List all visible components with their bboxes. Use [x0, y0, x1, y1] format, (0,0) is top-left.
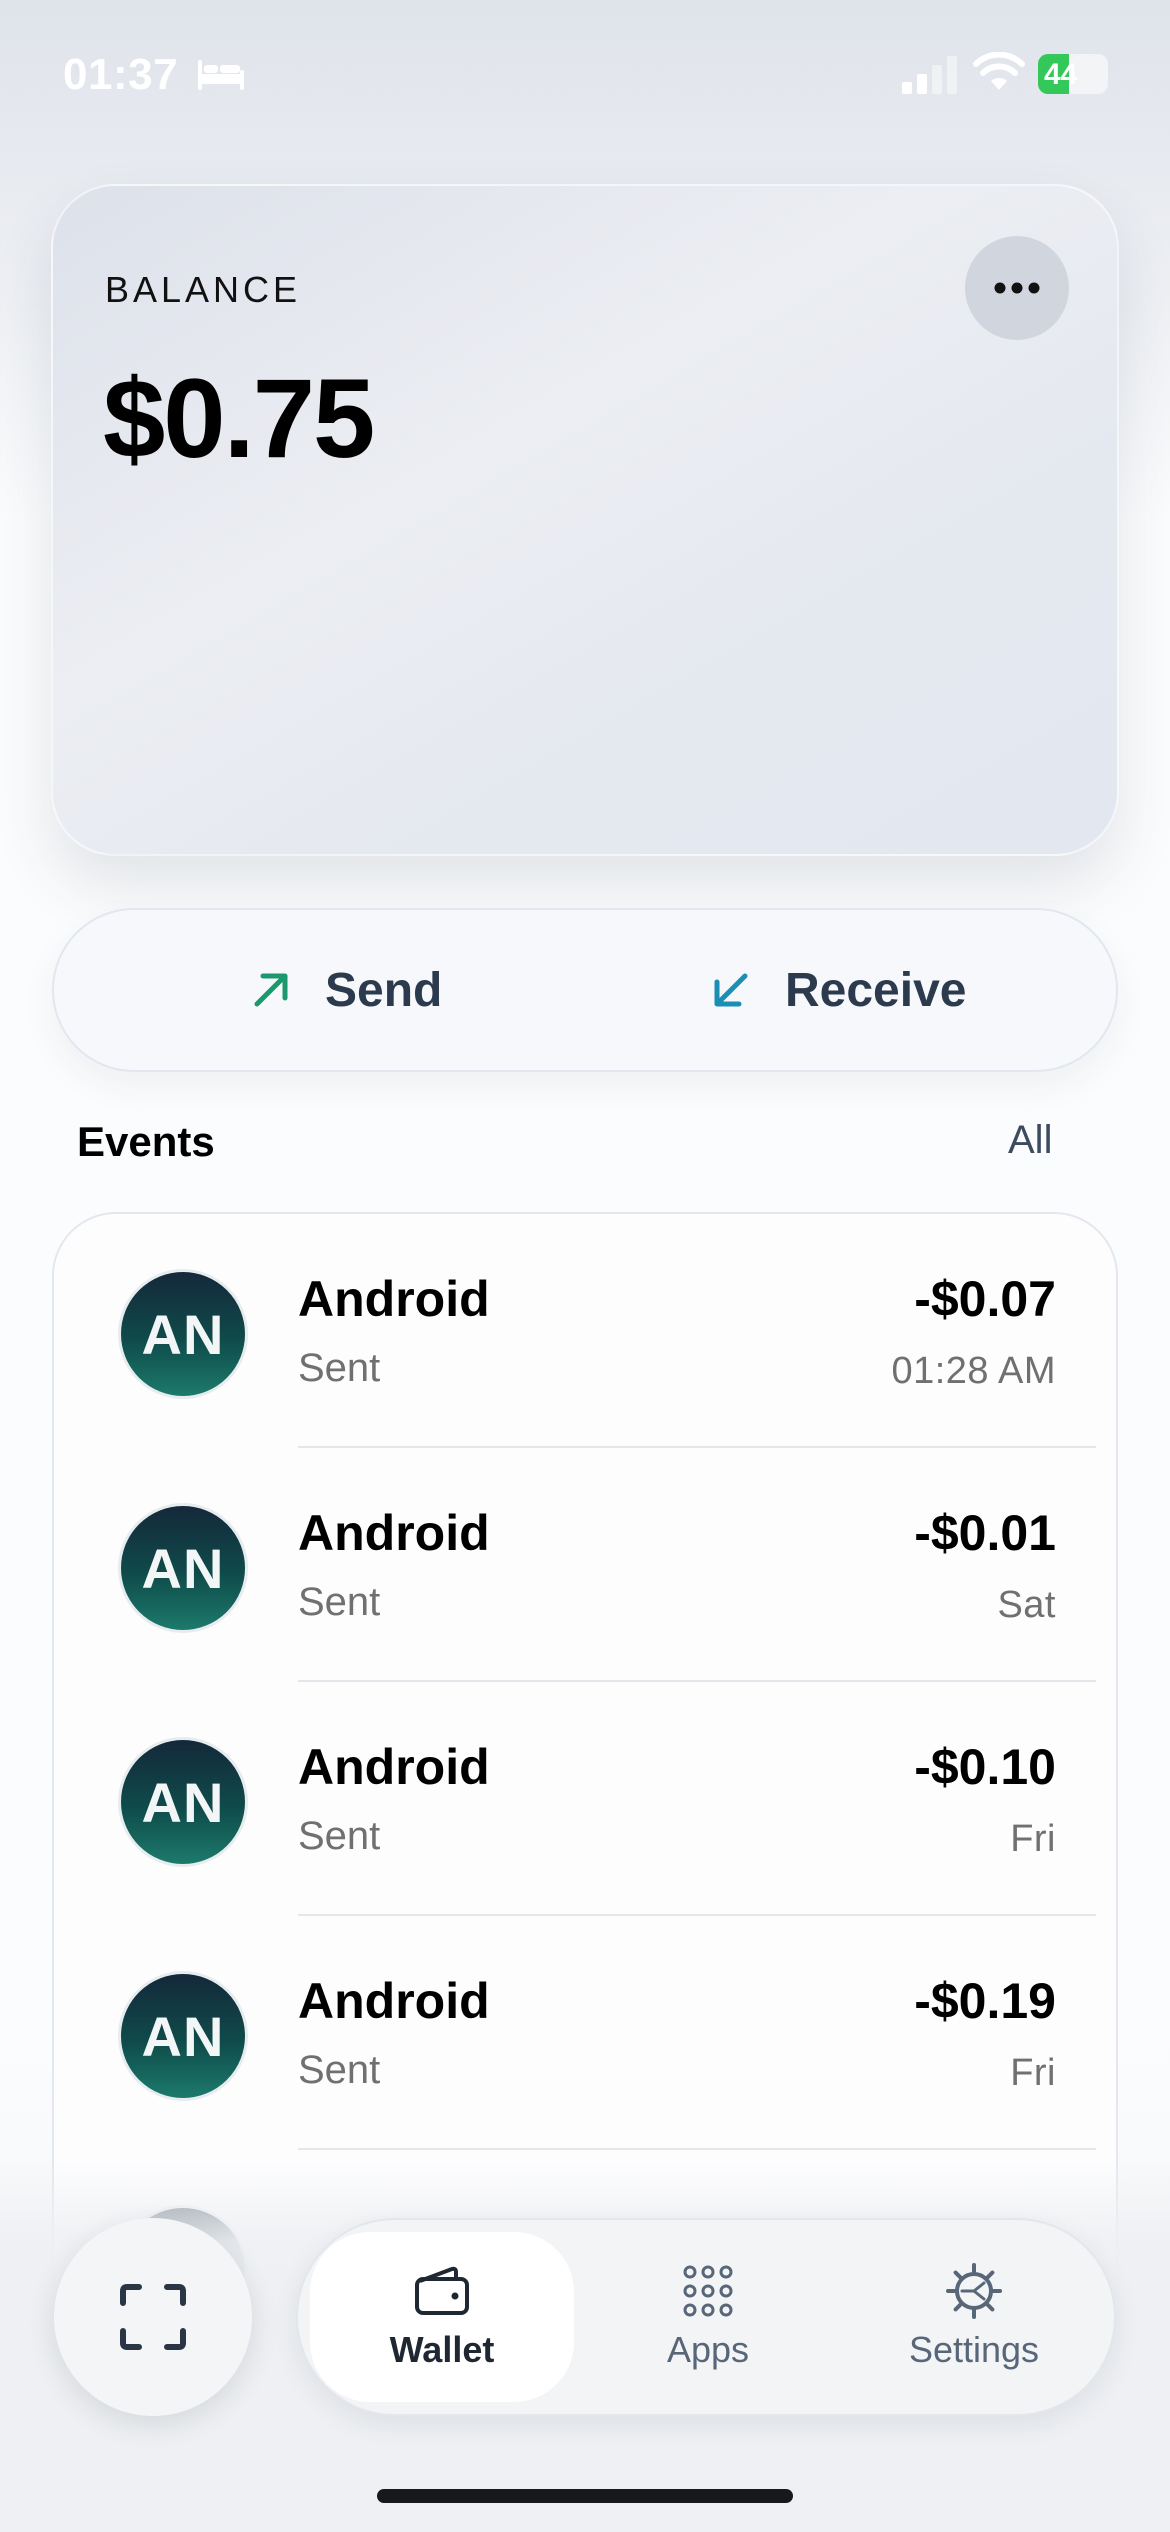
event-name: Android	[298, 1739, 490, 1795]
event-status: Sent	[298, 1580, 381, 1624]
apps-grid-icon	[683, 2265, 733, 2317]
balance-label: BALANCE	[105, 269, 302, 310]
avatar-initials: AN	[141, 1302, 225, 1366]
event-time: Fri	[1010, 1818, 1056, 1860]
event-status: Sent	[298, 2048, 381, 2092]
event-amount: -$0.19	[914, 1973, 1056, 2029]
event-time: Fri	[1010, 2052, 1056, 2094]
balance-amount: $0.75	[103, 356, 375, 481]
events-title: Events	[77, 1118, 215, 1165]
avatar: AN	[118, 1971, 248, 2101]
send-label: Send	[325, 963, 443, 1017]
event-name: Android	[298, 1271, 490, 1327]
event-amount: -$0.10	[914, 1739, 1056, 1795]
avatar: AN	[118, 1503, 248, 1633]
receive-label: Receive	[785, 963, 967, 1017]
list-item[interactable]: AN Android Sent -$0.19 Fri	[54, 1916, 1116, 2150]
scan-button[interactable]	[54, 2218, 252, 2416]
status-time: 01:37	[63, 50, 179, 99]
gear-icon	[946, 2263, 1002, 2319]
tab-wallet-label: Wallet	[389, 2329, 495, 2370]
action-bar: Send Receive	[52, 908, 1118, 1072]
more-horizontal-icon	[994, 282, 1040, 294]
more-options-button[interactable]	[965, 236, 1069, 340]
signal-icon	[902, 56, 957, 94]
tab-wallet[interactable]: Wallet	[310, 2232, 574, 2402]
avatar-initials: AN	[141, 2004, 225, 2068]
send-button[interactable]: Send	[249, 910, 442, 1070]
event-time: 01:28 AM	[891, 1350, 1056, 1392]
avatar-initials: AN	[141, 1536, 225, 1600]
tab-apps[interactable]: Apps	[576, 2232, 840, 2402]
tab-settings[interactable]: Settings	[842, 2232, 1106, 2402]
tab-bar: Wallet Apps Settings	[296, 2218, 1116, 2416]
wifi-icon	[973, 52, 1025, 90]
event-amount: -$0.07	[914, 1271, 1056, 1327]
bed-icon	[198, 60, 244, 90]
event-status: Sent	[298, 1346, 381, 1390]
avatar-initials: AN	[141, 1770, 225, 1834]
list-item[interactable]: AN Android Sent -$0.10 Fri	[54, 1682, 1116, 1916]
events-all-link[interactable]: All	[1008, 1118, 1052, 1163]
tab-settings-label: Settings	[908, 2329, 1040, 2370]
event-name: Android	[298, 1505, 490, 1561]
arrow-up-right-icon	[254, 973, 288, 1007]
arrow-down-left-icon	[714, 973, 748, 1007]
event-time: Sat	[997, 1584, 1056, 1626]
event-amount: -$0.01	[914, 1505, 1056, 1561]
battery-icon: 44	[1038, 54, 1108, 94]
receive-button[interactable]: Receive	[709, 910, 966, 1070]
event-status: Sent	[298, 1814, 381, 1858]
event-name: Android	[298, 1973, 490, 2029]
tab-apps-label: Apps	[666, 2329, 750, 2370]
avatar: AN	[118, 1269, 248, 1399]
avatar: AN	[118, 1737, 248, 1867]
status-bar: 01:37 44	[0, 0, 1170, 150]
home-indicator	[377, 2489, 793, 2503]
list-item[interactable]: AN Android Sent -$0.01 Sat	[54, 1448, 1116, 1682]
scan-icon	[120, 2284, 186, 2350]
battery-level: 44	[1044, 58, 1078, 91]
balance-card: BALANCE $0.75	[51, 184, 1119, 856]
list-item[interactable]: AN Android Sent -$0.07 01:28 AM	[54, 1214, 1116, 1448]
wallet-icon	[415, 2266, 469, 2315]
